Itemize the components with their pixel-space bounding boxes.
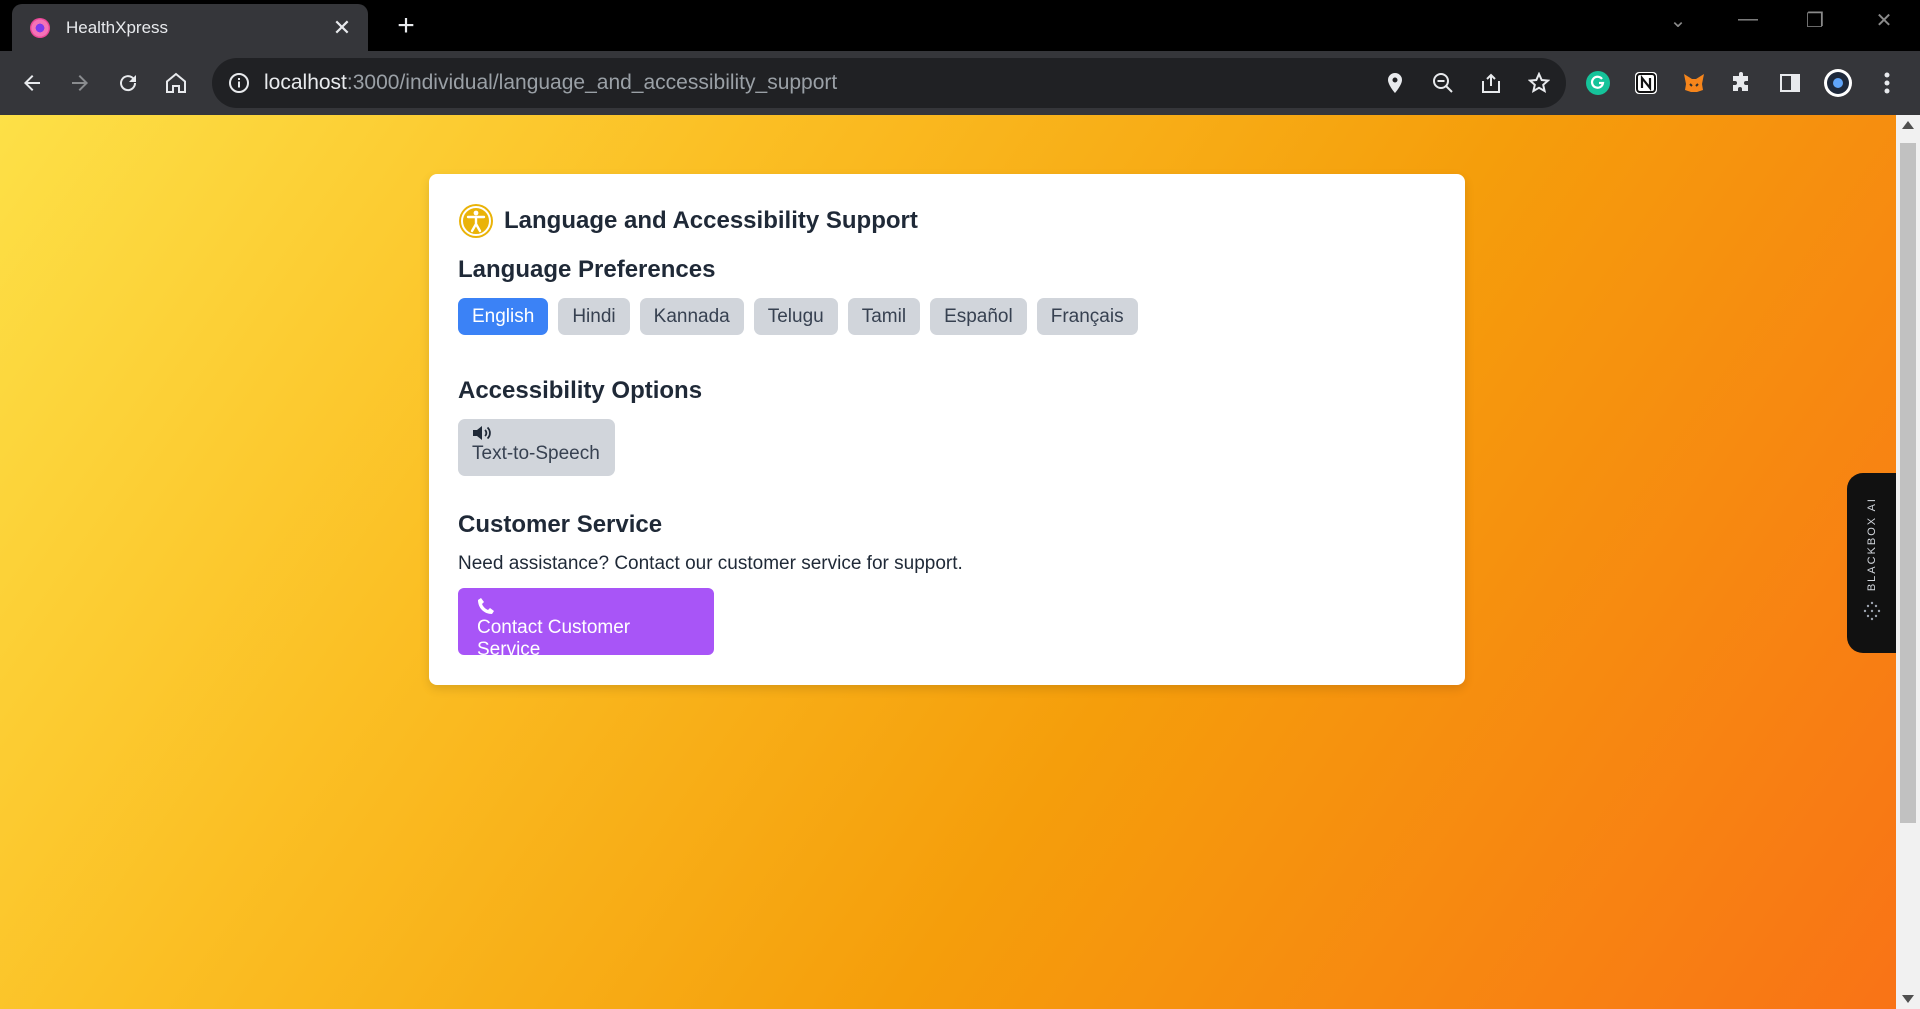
browser-tab[interactable]: HealthXpress ✕ [12,4,368,51]
side-panel-icon[interactable] [1775,68,1805,98]
scroll-up-icon[interactable] [1902,121,1914,129]
language-options: English Hindi Kannada Telugu Tamil Españ… [458,298,1436,335]
profile-avatar[interactable] [1823,68,1853,98]
language-preferences-heading: Language Preferences [458,256,716,283]
favicon-icon [30,17,50,38]
contact-customer-service-label: Contact Customer Service [477,617,631,660]
phone-icon [478,598,494,614]
page-scrollbar[interactable] [1896,115,1920,1009]
language-button-kannada[interactable]: Kannada [639,298,744,335]
accessibility-icon [459,204,493,238]
grammarly-extension-icon[interactable] [1583,68,1613,98]
close-tab-icon[interactable]: ✕ [330,15,354,41]
address-bar[interactable]: localhost :3000/individual/language_and_… [212,58,1566,108]
customer-service-heading: Customer Service [458,511,663,538]
text-to-speech-button[interactable]: Text-to-Speech [458,419,615,476]
language-button-tamil[interactable]: Tamil [847,298,921,335]
page-title: Language and Accessibility Support [504,207,918,234]
contact-customer-service-button[interactable]: Contact Customer Service [458,588,714,660]
browser-menu-icon[interactable] [1872,68,1902,98]
notion-extension-icon[interactable] [1631,68,1661,98]
language-button-telugu[interactable]: Telugu [753,298,838,335]
card-header: Language and Accessibility Support [458,202,1436,240]
minimize-icon[interactable]: — [1728,8,1768,31]
text-to-speech-label: Text-to-Speech [472,443,600,464]
restore-icon[interactable]: ❐ [1795,8,1835,33]
customer-service-description: Need assistance? Contact our customer se… [458,553,963,574]
new-tab-icon[interactable]: + [390,9,422,43]
site-info-icon[interactable] [228,72,250,94]
zoom-icon[interactable] [1430,70,1456,96]
page-background: Language and Accessibility Support Langu… [0,115,1896,1009]
close-window-icon[interactable]: ✕ [1864,8,1904,33]
reload-icon[interactable] [112,67,144,99]
support-card: Language and Accessibility Support Langu… [429,174,1465,685]
tab-strip: HealthXpress ✕ + ⌄ — ❐ ✕ [0,0,1920,51]
language-button-english[interactable]: English [458,298,549,335]
url-path: :3000/individual/language_and_accessibil… [346,71,838,94]
location-icon[interactable] [1382,70,1408,96]
browser-toolbar: localhost :3000/individual/language_and_… [0,51,1920,115]
metamask-extension-icon[interactable] [1679,68,1709,98]
scroll-down-icon[interactable] [1902,995,1914,1003]
blackbox-ai-label: BLACKBOX AI [1865,497,1878,592]
forward-icon[interactable] [64,67,96,99]
speaker-icon [473,426,491,440]
tab-search-icon[interactable]: ⌄ [1658,8,1698,33]
blackbox-logo-icon [1863,601,1880,621]
bookmark-star-icon[interactable] [1526,70,1552,96]
share-icon[interactable] [1478,70,1504,96]
language-button-espanol[interactable]: Español [930,298,1027,335]
extensions-puzzle-icon[interactable] [1727,68,1757,98]
scroll-thumb[interactable] [1900,143,1916,823]
language-button-francais[interactable]: Français [1036,298,1138,335]
back-icon[interactable] [16,67,48,99]
blackbox-ai-widget[interactable]: BLACKBOX AI [1847,473,1896,653]
home-icon[interactable] [160,67,192,99]
url-host: localhost [264,71,347,94]
tab-title: HealthXpress [66,17,169,37]
language-button-hindi[interactable]: Hindi [558,298,630,335]
accessibility-options-heading: Accessibility Options [458,377,703,404]
